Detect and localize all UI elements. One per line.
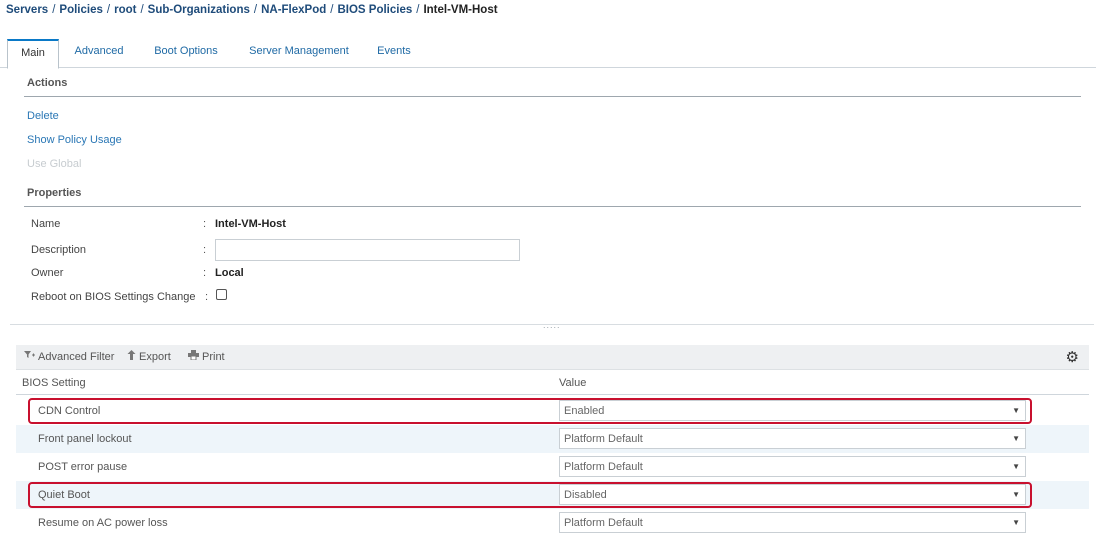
breadcrumb-sub-organizations[interactable]: Sub-Organizations: [148, 4, 250, 16]
print-label: Print: [202, 351, 225, 363]
export-button[interactable]: Export: [127, 350, 171, 363]
bios-value-select[interactable]: Platform Default ▼: [559, 428, 1026, 449]
table-toolbar: Advanced Filter Export Print ⚙: [16, 345, 1089, 370]
breadcrumb-separator: /: [140, 4, 144, 16]
breadcrumb-separator: /: [52, 4, 56, 16]
owner-colon: :: [203, 267, 207, 279]
bios-setting-name: Quiet Boot: [38, 489, 90, 501]
breadcrumb-na-flexpod[interactable]: NA-FlexPod: [261, 4, 326, 16]
tab-boot-options[interactable]: Boot Options: [145, 39, 227, 68]
bios-setting-name: Resume on AC power loss: [38, 517, 168, 529]
export-icon: [127, 350, 136, 363]
breadcrumb-separator: /: [330, 4, 334, 16]
show-policy-usage-link[interactable]: Show Policy Usage: [27, 134, 122, 146]
properties-divider: [24, 206, 1081, 207]
dropdown-arrow-icon: ▼: [1012, 518, 1020, 527]
table-row[interactable]: CDN Control Enabled ▼: [16, 397, 1089, 425]
table-header-divider: [16, 394, 1089, 395]
owner-value: Local: [215, 267, 244, 279]
reboot-label: Reboot on BIOS Settings Change: [31, 291, 196, 303]
select-value: Platform Default: [564, 461, 643, 473]
name-value: Intel-VM-Host: [215, 218, 286, 230]
name-colon: :: [203, 218, 207, 230]
tab-advanced[interactable]: Advanced: [66, 39, 132, 68]
properties-heading: Properties: [27, 187, 82, 199]
select-value: Platform Default: [564, 517, 643, 529]
breadcrumb-separator: /: [253, 4, 258, 16]
breadcrumb-separator: /: [106, 4, 111, 16]
select-value: Disabled: [564, 489, 607, 501]
advanced-filter-label: Advanced Filter: [38, 351, 115, 363]
table-row[interactable]: Quiet Boot Disabled ▼: [16, 481, 1089, 509]
advanced-filter-button[interactable]: Advanced Filter: [24, 350, 114, 363]
breadcrumb-current: Intel-VM-Host: [423, 4, 498, 16]
print-button[interactable]: Print: [188, 350, 225, 363]
table-row[interactable]: Front panel lockout Platform Default ▼: [16, 425, 1089, 453]
breadcrumb-root[interactable]: root: [114, 4, 136, 16]
owner-label: Owner: [31, 267, 64, 279]
breadcrumb-servers[interactable]: Servers: [6, 4, 48, 16]
export-label: Export: [139, 351, 171, 363]
tab-events[interactable]: Events: [370, 39, 418, 68]
delete-link[interactable]: Delete: [27, 110, 59, 122]
bios-setting-name: Front panel lockout: [38, 433, 132, 445]
name-label: Name: [31, 218, 61, 230]
column-header-value[interactable]: Value: [559, 377, 586, 389]
tab-server-management[interactable]: Server Management: [240, 39, 358, 68]
actions-heading: Actions: [27, 77, 68, 89]
table-row[interactable]: Resume on AC power loss Platform Default…: [16, 509, 1089, 537]
tab-main[interactable]: Main: [7, 39, 59, 69]
use-global-link: Use Global: [27, 158, 82, 170]
dropdown-arrow-icon: ▼: [1012, 434, 1020, 443]
tab-bar: Main Advanced Boot Options Server Manage…: [0, 39, 1096, 69]
dropdown-arrow-icon: ▼: [1012, 406, 1020, 415]
select-value: Enabled: [564, 405, 605, 417]
select-value: Platform Default: [564, 433, 643, 445]
breadcrumb-policies[interactable]: Policies: [59, 4, 102, 16]
splitter-grip[interactable]: .....: [543, 320, 561, 330]
breadcrumb-bios-policies[interactable]: BIOS Policies: [337, 4, 412, 16]
gear-icon[interactable]: ⚙: [1066, 348, 1079, 366]
print-icon: [188, 350, 199, 363]
dropdown-arrow-icon: ▼: [1012, 490, 1020, 499]
dropdown-arrow-icon: ▼: [1012, 462, 1020, 471]
description-field[interactable]: [215, 239, 520, 261]
table-row[interactable]: POST error pause Platform Default ▼: [16, 453, 1089, 481]
breadcrumb-separator: /: [416, 4, 420, 16]
bios-value-select[interactable]: Platform Default ▼: [559, 512, 1026, 533]
description-colon: :: [203, 244, 207, 256]
reboot-colon: :: [205, 291, 209, 303]
reboot-checkbox[interactable]: [216, 289, 227, 300]
bios-value-select[interactable]: Disabled ▼: [559, 484, 1026, 505]
bios-setting-name: CDN Control: [38, 405, 101, 417]
bios-setting-name: POST error pause: [38, 461, 128, 473]
description-label: Description: [31, 244, 87, 256]
actions-divider: [24, 96, 1081, 97]
bios-value-select[interactable]: Enabled ▼: [559, 400, 1026, 421]
column-header-bios-setting[interactable]: BIOS Setting: [22, 377, 86, 389]
breadcrumb: Servers / Policies / root / Sub-Organizations /…: [6, 4, 498, 16]
bios-value-select[interactable]: Platform Default ▼: [559, 456, 1026, 477]
filter-icon: [24, 350, 35, 363]
